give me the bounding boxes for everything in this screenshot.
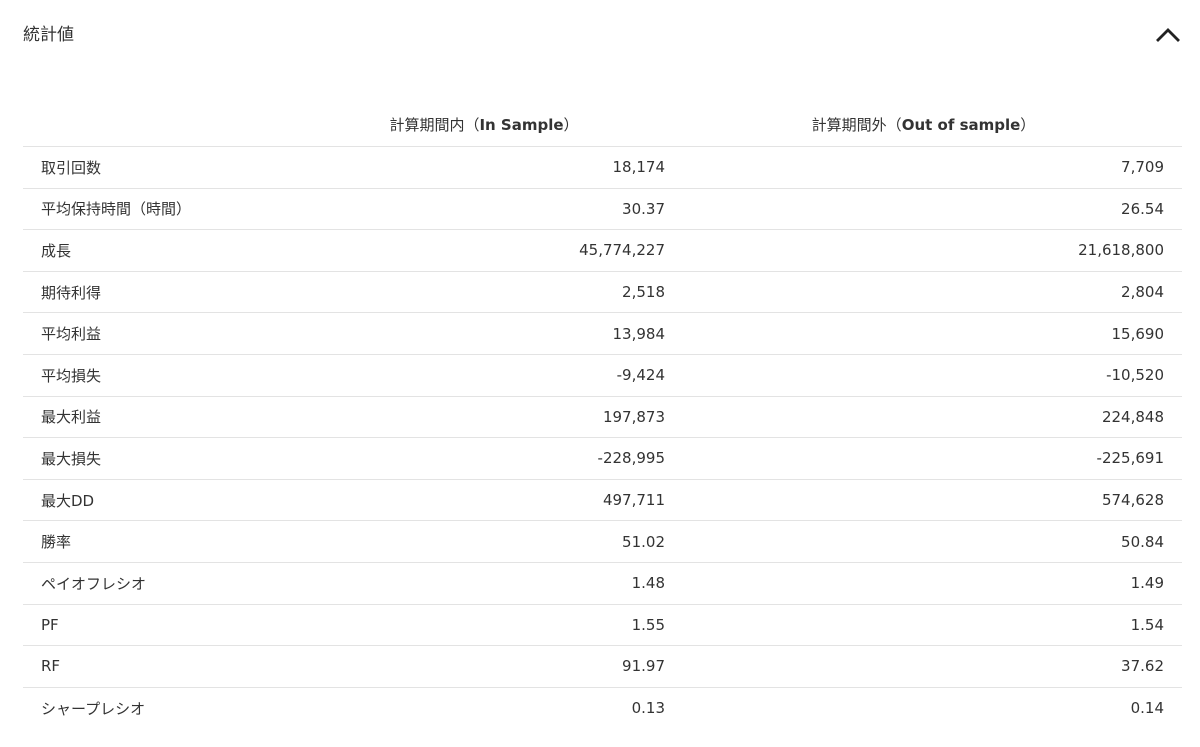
in-sample-value: 91.97 bbox=[303, 645, 665, 688]
in-sample-value: 51.02 bbox=[303, 520, 665, 563]
out-sample-value: 574,628 bbox=[665, 479, 1182, 522]
in-sample-value: 13,984 bbox=[303, 312, 665, 355]
in-sample-value: -9,424 bbox=[303, 354, 665, 397]
table-row: 期待利得 2,518 2,804 bbox=[23, 271, 1182, 314]
in-sample-value: 30.37 bbox=[303, 188, 665, 231]
table-row: 最大利益 197,873 224,848 bbox=[23, 396, 1182, 439]
out-sample-value: 1.54 bbox=[665, 604, 1182, 647]
row-label: 最大DD bbox=[23, 479, 303, 522]
out-sample-value: 7,709 bbox=[665, 146, 1182, 189]
table-body: 取引回数 18,174 7,709 平均保持時間（時間） 30.37 26.54 成長 45,… bbox=[23, 146, 1182, 729]
row-label: RF bbox=[23, 645, 303, 688]
table-header-row: 計算期間内（In Sample） 計算期間外（Out of sample） bbox=[23, 102, 1182, 147]
table-row: 取引回数 18,174 7,709 bbox=[23, 146, 1182, 189]
stats-panel-header: 統計値 bbox=[0, 0, 1200, 70]
header-in-sample: 計算期間内（In Sample） bbox=[303, 102, 665, 147]
row-label: 平均利益 bbox=[23, 312, 303, 355]
stats-table: 計算期間内（In Sample） 計算期間外（Out of sample） 取引… bbox=[23, 102, 1182, 728]
row-label: ペイオフレシオ bbox=[23, 562, 303, 605]
table-row: 平均利益 13,984 15,690 bbox=[23, 312, 1182, 355]
table-row: 平均保持時間（時間） 30.37 26.54 bbox=[23, 188, 1182, 231]
collapse-toggle-button[interactable] bbox=[1150, 18, 1186, 54]
out-sample-value: -225,691 bbox=[665, 437, 1182, 480]
table-row: 成長 45,774,227 21,618,800 bbox=[23, 229, 1182, 272]
out-sample-value: 15,690 bbox=[665, 312, 1182, 355]
in-sample-value: 18,174 bbox=[303, 146, 665, 189]
out-sample-value: 37.62 bbox=[665, 645, 1182, 688]
row-label: 期待利得 bbox=[23, 271, 303, 314]
row-label: 平均保持時間（時間） bbox=[23, 188, 303, 231]
out-sample-value: -10,520 bbox=[665, 354, 1182, 397]
table-row: シャープレシオ 0.13 0.14 bbox=[23, 687, 1182, 728]
chevron-up-icon bbox=[1156, 28, 1180, 42]
table-row: ペイオフレシオ 1.48 1.49 bbox=[23, 562, 1182, 605]
row-label: シャープレシオ bbox=[41, 699, 146, 718]
panel-title: 統計値 bbox=[23, 25, 74, 45]
table-row: RF 91.97 37.62 bbox=[23, 645, 1182, 688]
row-label: 勝率 bbox=[23, 520, 303, 563]
in-sample-value: 0.13 bbox=[631, 699, 665, 718]
row-label: 最大利益 bbox=[23, 396, 303, 439]
table-row: 最大DD 497,711 574,628 bbox=[23, 479, 1182, 522]
out-sample-value: 21,618,800 bbox=[665, 229, 1182, 272]
out-sample-value: 0.14 bbox=[1130, 699, 1164, 718]
in-sample-value: 2,518 bbox=[303, 271, 665, 314]
out-sample-value: 2,804 bbox=[665, 271, 1182, 314]
row-label: 平均損失 bbox=[23, 354, 303, 397]
row-label: 最大損失 bbox=[23, 437, 303, 480]
in-sample-value: 1.48 bbox=[303, 562, 665, 605]
in-sample-value: 197,873 bbox=[303, 396, 665, 439]
header-out-sample: 計算期間外（Out of sample） bbox=[665, 102, 1182, 147]
row-label: PF bbox=[23, 604, 303, 647]
out-sample-value: 224,848 bbox=[665, 396, 1182, 439]
out-sample-value: 50.84 bbox=[665, 520, 1182, 563]
in-sample-value: 497,711 bbox=[303, 479, 665, 522]
row-label: 成長 bbox=[23, 229, 303, 272]
row-label: 取引回数 bbox=[23, 146, 303, 189]
in-sample-value: 45,774,227 bbox=[303, 229, 665, 272]
in-sample-value: -228,995 bbox=[303, 437, 665, 480]
in-sample-value: 1.55 bbox=[303, 604, 665, 647]
out-sample-value: 26.54 bbox=[665, 188, 1182, 231]
table-row: 勝率 51.02 50.84 bbox=[23, 520, 1182, 563]
table-row: PF 1.55 1.54 bbox=[23, 604, 1182, 647]
table-row: 最大損失 -228,995 -225,691 bbox=[23, 437, 1182, 480]
out-sample-value: 1.49 bbox=[665, 562, 1182, 605]
table-row: 平均損失 -9,424 -10,520 bbox=[23, 354, 1182, 397]
header-label-cell bbox=[23, 102, 303, 147]
